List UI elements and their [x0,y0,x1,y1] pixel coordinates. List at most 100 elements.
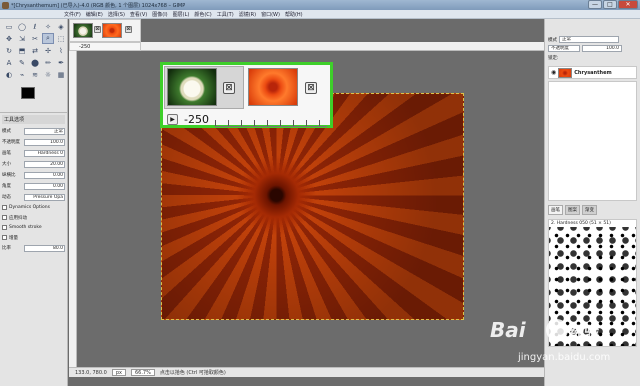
menu-file[interactable]: 文件(F) [64,11,81,18]
layer-mode-row: 模式 正常 [545,35,640,44]
layer-mode-select[interactable]: 正常 [559,36,619,43]
pointer-coordinates: 133.0, 780.0 [75,369,107,376]
layer-thumbnail [558,67,573,78]
tool-options-header: 工具选项 [2,115,65,124]
menu-layer[interactable]: 图层(L) [173,11,190,18]
brush-label: 画笔 [2,151,11,156]
foreground-color-swatch[interactable] [21,87,35,99]
white-flower-thumbnail[interactable] [73,23,93,38]
tool-button[interactable]: ◯ [16,21,28,32]
angle-field[interactable]: 0.00 [24,182,65,190]
vertical-ruler[interactable] [69,51,77,367]
checkbox-icon [2,215,7,220]
tool-button[interactable]: ⌕ [42,33,54,44]
angle-row: 角度 0.00 [2,182,65,190]
dynamics-options-label: Dynamics Options [9,205,50,210]
tool-button[interactable]: ✎ [16,57,28,68]
dynamics-select[interactable]: Pressure Opa [24,193,65,201]
tool-button[interactable]: ▦ [55,69,67,80]
zoomed-tab-callout: ⊠ ⊠ ▶ -250 [160,62,333,128]
tool-button[interactable]: ≋ [29,69,41,80]
baidu-watermark: Bai 经验 jingyan.baidu.com [490,318,640,380]
menu-image[interactable]: 图像(I) [152,11,167,18]
incremental-checkbox[interactable]: 增量 [2,234,65,241]
menu-colors[interactable]: 颜色(C) [194,11,211,18]
toolbox-panel: ▭ ◯ ℓ ✧ ◈ ✥ ⇲ ✂ ⌕ ⬚ ↻ ⬒ ⇄ ✢ ⌇ A ✎ ⬤ ✏ ✒ ◐ ⌁ ≋ ☼ ▦ 工具选项 模式 正常 不透明… [0,19,68,386]
layers-list-empty [548,81,637,201]
play-icon[interactable]: ▶ [167,114,178,125]
size-field[interactable]: 20.00 [24,160,65,168]
tool-grid: ▭ ◯ ℓ ✧ ◈ ✥ ⇲ ✂ ⌕ ⬚ ↻ ⬒ ⇄ ✢ ⌇ A ✎ ⬤ ✏ ✒ ◐ ⌁ ≋ ☼ ▦ [0,19,67,82]
rate-field[interactable]: 80.0 [24,244,65,252]
tool-button[interactable]: A [3,57,15,68]
tool-button[interactable]: ⬒ [16,45,28,56]
menu-select[interactable]: 选择(S) [108,11,125,18]
checkbox-icon [2,235,7,240]
tool-button[interactable]: ⌁ [16,69,28,80]
dynamics-row: 动态 Pressure Opa [2,193,65,201]
aspect-field[interactable]: 0.00 [24,171,65,179]
tool-button[interactable]: ⇲ [16,33,28,44]
mode-select[interactable]: 正常 [24,127,65,135]
zoom-select[interactable]: 66.7% [130,369,155,376]
menu-bar: 文件(F) 编辑(E) 选择(S) 查看(V) 图像(I) 图层(L) 颜色(C… [0,10,640,19]
tool-button[interactable]: ℓ [29,21,41,32]
menu-edit[interactable]: 编辑(E) [86,11,103,18]
unit-select[interactable]: px [111,369,126,376]
tool-button[interactable]: ↻ [3,45,15,56]
incremental-label: 增量 [9,235,18,241]
white-flower-thumbnail-zoomed[interactable] [167,68,217,106]
tool-button[interactable]: ✒ [55,57,67,68]
close-tab-icon[interactable]: ⊠ [223,82,235,94]
tool-button[interactable]: ◐ [3,69,15,80]
tool-options-panel: 工具选项 模式 正常 不透明度 100.0 画笔 Hardness 0 大小 2… [0,112,67,254]
tool-button[interactable]: ✥ [3,33,15,44]
tool-button[interactable]: ◈ [55,21,67,32]
eye-icon[interactable]: ◉ [551,69,556,76]
layer-opacity-label: 不透明度 [548,45,580,52]
window-title: *[Chrysanthemum] (已导入)-4.0 (RGB 颜色, 1 个图… [11,2,186,9]
layer-opacity-field[interactable]: 100.0 [582,45,622,52]
menu-filters[interactable]: 滤镜(R) [239,11,256,18]
tab-patterns[interactable]: 图案 [565,205,580,215]
tool-button[interactable]: ✏ [42,57,54,68]
watermark-cn: 经验 [569,323,600,341]
jitter-checkbox[interactable]: 应用抖动 [2,214,65,221]
close-tab-icon[interactable]: ⊠ [305,82,317,94]
layer-item[interactable]: ◉ Chrysanthem [548,66,637,79]
ruler-value: -250 [79,44,91,50]
menu-tools[interactable]: 工具(T) [217,11,234,18]
ruler-ticks [215,120,327,127]
close-tab-icon[interactable]: ⊠ [94,26,101,33]
tool-button[interactable]: ✂ [29,33,41,44]
opacity-field[interactable]: 100.0 [24,138,65,146]
horizontal-ruler[interactable] [141,42,544,51]
close-tab-icon[interactable]: ⊠ [125,26,132,33]
tool-button[interactable]: ✢ [42,45,54,56]
tab-gradients[interactable]: 渐变 [582,205,597,215]
tool-button[interactable]: ⇄ [29,45,41,56]
tool-button[interactable]: ✧ [42,21,54,32]
menu-view[interactable]: 查看(V) [130,11,147,18]
dynamics-options-expander[interactable]: Dynamics Options [2,204,65,211]
tool-button[interactable]: ⬤ [29,57,41,68]
chrysanthemum-thumbnail-zoomed[interactable] [248,68,298,106]
lock-label: 锁定: [548,55,559,61]
close-window-button[interactable]: ✕ [618,0,638,9]
smooth-stroke-checkbox[interactable]: Smooth stroke [2,224,65,231]
maximize-button[interactable]: □ [603,0,617,9]
tool-button[interactable]: ▭ [3,21,15,32]
menu-help[interactable]: 帮助(H) [285,11,303,18]
watermark-url: jingyan.baidu.com [518,352,611,363]
tool-button[interactable]: ⌇ [55,45,67,56]
tab-brushes[interactable]: 画笔 [548,205,563,215]
menu-windows[interactable]: 窗口(W) [261,11,280,18]
tool-button[interactable]: ⬚ [55,33,67,44]
brush-select[interactable]: Hardness 0 [24,149,65,157]
tool-options-title: 工具选项 [4,117,25,123]
chrysanthemum-thumbnail[interactable] [102,23,122,38]
minimize-button[interactable]: — [588,0,602,9]
image-tab-strip: ⊠ ⊠ [69,19,141,42]
tool-button[interactable]: ☼ [42,69,54,80]
rate-row: 比率 80.0 [2,244,65,252]
